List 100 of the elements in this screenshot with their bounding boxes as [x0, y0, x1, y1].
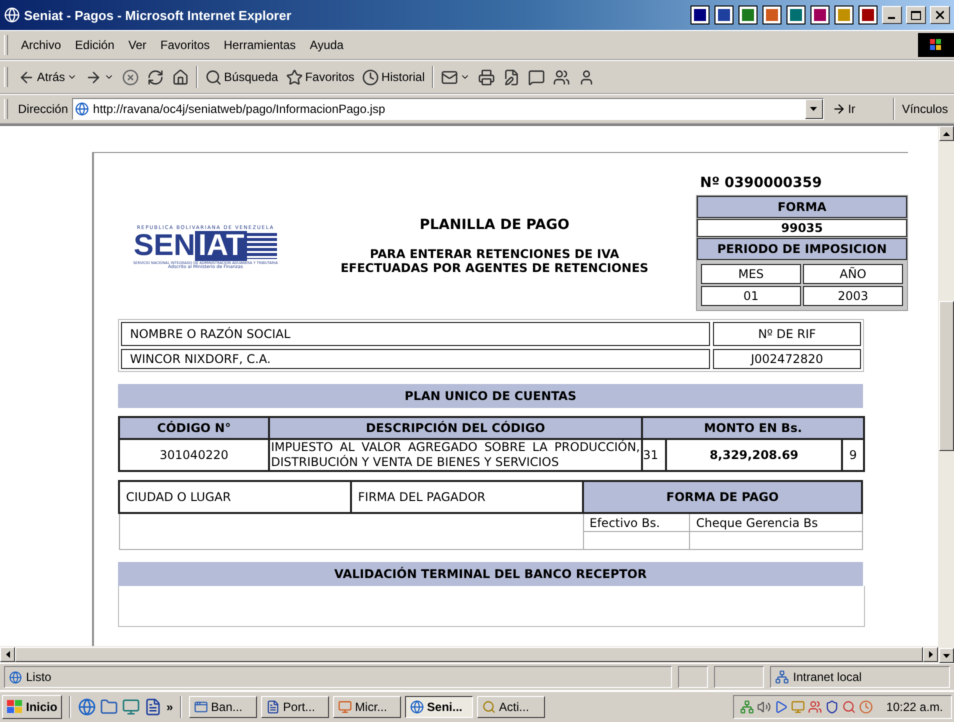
taskbar-button[interactable]: Acti... [477, 696, 546, 718]
document-icon [266, 700, 280, 714]
address-field[interactable]: http://ravana/oc4j/seniatweb/pago/InformacionPago.jsp [72, 98, 824, 120]
column-header: MONTO EN Bs. [642, 417, 864, 439]
toolbar-button[interactable]: Atrás [14, 66, 82, 88]
minimize-button[interactable] [882, 6, 902, 24]
status-text: Listo [26, 670, 52, 684]
more-button[interactable]: » [166, 700, 174, 714]
form-title: PLANILLA DE PAGO [420, 217, 570, 233]
table-cell: Cheque Gerencia Bs [690, 513, 862, 532]
folder-icon[interactable] [100, 698, 118, 716]
taskbar-button[interactable]: Micr... [333, 696, 402, 718]
clock-icon [362, 68, 380, 86]
taskbar-button[interactable]: Port... [261, 696, 330, 718]
taskbar-button[interactable]: Ban... [189, 696, 258, 718]
printer-icon [478, 68, 495, 86]
shortcut-icon[interactable] [810, 5, 830, 25]
table-cell: 99035 [697, 219, 907, 237]
table-cell: 8,329,208.69 [666, 439, 842, 471]
document-icon[interactable] [144, 698, 162, 716]
shield-icon[interactable] [825, 700, 840, 714]
table-cell: WINCOR NIXDORF, C.A. [121, 349, 710, 369]
menu-item[interactable]: Archivo [14, 36, 68, 54]
taskbar-button[interactable]: Seni... [405, 696, 474, 718]
table-header: PERIODO DE IMPOSICION [697, 238, 907, 260]
document-icon [502, 68, 520, 86]
shortcut-icon[interactable] [738, 5, 758, 25]
shortcut-icon[interactable] [834, 5, 854, 25]
form-number: Nº 0390000359 [700, 175, 823, 191]
vertical-scrollbar[interactable] [938, 126, 954, 663]
table-cell: Nº DE RIF [713, 322, 861, 346]
speech-bubble-icon [528, 68, 545, 86]
table-cell: 2003 [803, 286, 903, 306]
clock-text: 10:22 a.m. [886, 700, 943, 714]
browser-icon [4, 7, 20, 23]
windows-logo-icon [918, 33, 954, 57]
table-cell: J002472820 [713, 349, 861, 369]
start-button[interactable]: Inicio [2, 695, 62, 719]
table-cell: 31 [642, 439, 666, 471]
star-icon [286, 68, 304, 86]
shortcut-icon[interactable] [714, 5, 734, 25]
search-icon [205, 68, 222, 86]
toolbar-button[interactable]: Búsqueda [201, 66, 282, 88]
slides-icon [338, 700, 352, 714]
magnifier-icon[interactable] [842, 700, 856, 714]
column-header: CÓDIGO N° [119, 417, 269, 439]
triangle-left-icon [6, 651, 10, 658]
form-subtitle: PARA ENTERAR RETENCIONES DE IVA EFECTUADAS POR AGENTES DE RETENCIONES [340, 247, 648, 275]
maximize-button[interactable] [906, 6, 926, 24]
scroll-left-button[interactable] [0, 647, 15, 662]
network-icon[interactable] [740, 700, 754, 714]
shortcut-icon[interactable] [690, 5, 710, 25]
toolbar-button[interactable]: Favoritos [282, 66, 358, 88]
shortcut-icon[interactable] [786, 5, 806, 25]
table-cell: AÑO [803, 264, 903, 284]
menu-item[interactable]: Favoritos [153, 36, 217, 54]
dropdown-button[interactable] [804, 99, 823, 119]
go-button[interactable]: Ir [828, 100, 886, 118]
shortcut-icon[interactable] [762, 5, 782, 25]
network-icon [775, 670, 789, 684]
section-header: VALIDACIÓN TERMINAL DEL BANCO RECEPTOR [118, 562, 863, 586]
table-cell: FIRMA DEL PAGADOR [351, 481, 583, 513]
desktop-icon[interactable] [122, 698, 140, 716]
windows-flag-icon [7, 700, 23, 714]
table-cell: CIUDAD O LUGAR [119, 481, 351, 513]
table-header: FORMA [697, 196, 907, 218]
table-cell: IMPUESTO AL VALOR AGREGADO SOBRE LA PRODUCCIÓN, DISTRIBUCIÓN Y VENTA DE BIENES Y SERVICIOS [269, 439, 642, 471]
menu-item[interactable]: Ayuda [302, 36, 351, 54]
magnifier-icon [482, 700, 496, 714]
window-title: Seniat - Pagos - Microsoft Internet Explorer [24, 8, 292, 22]
scroll-down-button[interactable] [938, 648, 954, 663]
mail-icon [440, 68, 458, 86]
scroll-up-button[interactable] [938, 126, 954, 141]
menu-item[interactable]: Edición [68, 36, 122, 54]
menu-item[interactable]: Ver [121, 36, 154, 54]
people-icon [552, 68, 570, 86]
address-label: Dirección [18, 102, 68, 116]
links-label[interactable]: Vínculos [902, 102, 954, 116]
triangle-down-icon [942, 654, 950, 658]
table-cell: Efectivo Bs. [583, 513, 690, 532]
shortcut-icon[interactable] [858, 5, 878, 25]
column-header: DESCRIPCIÓN DEL CÓDIGO [269, 417, 642, 439]
speaker-icon[interactable] [757, 700, 772, 714]
people-icon[interactable] [808, 700, 822, 714]
zone-text: Intranet local [793, 670, 862, 684]
horizontal-scrollbar[interactable] [0, 646, 938, 663]
close-button[interactable] [930, 6, 950, 24]
status-pane [714, 666, 764, 688]
table-cell: 301040220 [119, 439, 269, 471]
globe-icon [410, 700, 424, 714]
triangle-down-icon [810, 107, 818, 111]
scroll-right-button[interactable] [923, 647, 938, 662]
globe-icon[interactable] [78, 698, 96, 716]
play-icon[interactable] [774, 700, 788, 714]
stripes-icon [247, 233, 278, 259]
menu-item[interactable]: Herramientas [216, 36, 303, 54]
toolbar-button[interactable]: Historial [358, 66, 429, 88]
home-icon [172, 68, 190, 86]
page-icon [75, 102, 90, 116]
table-cell: 9 [842, 439, 864, 471]
